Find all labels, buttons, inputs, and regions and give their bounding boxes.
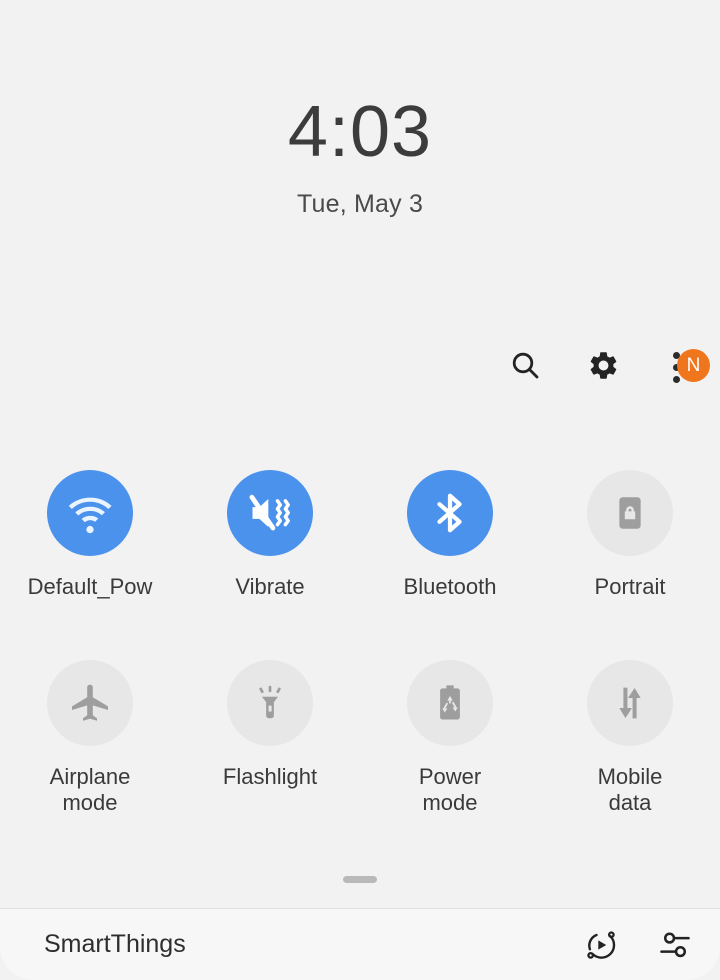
rotation-lock-icon — [608, 491, 652, 535]
qs-tile-toggle[interactable] — [47, 660, 133, 746]
device-controls-button[interactable] — [656, 926, 694, 964]
header-action-row: N — [508, 348, 698, 382]
device-controls-icon — [657, 927, 693, 963]
bottom-bar-actions — [582, 926, 694, 964]
qs-tile-toggle[interactable] — [227, 470, 313, 556]
flashlight-icon — [248, 681, 292, 725]
quick-settings-panel: 4:03 Tue, May 3 N — [0, 0, 720, 980]
clock-area: 4:03 Tue, May 3 — [0, 0, 720, 219]
qs-tile-toggle[interactable] — [407, 660, 493, 746]
gear-icon — [587, 349, 620, 382]
qs-tile-default-pow[interactable]: Default_Pow — [0, 470, 180, 600]
smartthings-label[interactable]: SmartThings — [44, 930, 582, 959]
panel-drag-handle[interactable] — [343, 876, 377, 883]
qs-tile-bluetooth[interactable]: Bluetooth — [360, 470, 540, 600]
qs-tile-toggle[interactable] — [587, 470, 673, 556]
qs-tile-portrait[interactable]: Portrait — [540, 470, 720, 600]
quick-settings-grid: Default_Pow Vibrate Bluetooth — [0, 470, 720, 816]
qs-tile-toggle[interactable] — [587, 660, 673, 746]
qs-tile-label: Bluetooth — [404, 574, 497, 600]
qs-tile-label: Portrait — [595, 574, 666, 600]
qs-tile-mobile-data[interactable]: Mobile data — [540, 660, 720, 816]
bluetooth-icon — [427, 490, 473, 536]
qs-tile-label: Mobile data — [598, 764, 663, 816]
status-badge: N — [677, 349, 710, 382]
media-output-icon — [583, 927, 619, 963]
vibrate-icon — [245, 488, 295, 538]
qs-tile-power-mode[interactable]: Power mode — [360, 660, 540, 816]
qs-tile-toggle[interactable] — [407, 470, 493, 556]
overflow-menu-button[interactable]: N — [664, 348, 698, 382]
search-button[interactable] — [508, 348, 542, 382]
qs-tile-airplane-mode[interactable]: Airplane mode — [0, 660, 180, 816]
qs-tile-flashlight[interactable]: Flashlight — [180, 660, 360, 816]
battery-saver-icon — [428, 681, 472, 725]
wifi-icon — [65, 488, 115, 538]
qs-tile-label: Vibrate — [235, 574, 304, 600]
qs-tile-label: Airplane mode — [50, 764, 131, 816]
mobile-data-icon — [608, 681, 652, 725]
qs-tile-vibrate[interactable]: Vibrate — [180, 470, 360, 600]
settings-button[interactable] — [586, 348, 620, 382]
qs-tile-label: Power mode — [419, 764, 481, 816]
qs-tile-toggle[interactable] — [47, 470, 133, 556]
clock-date[interactable]: Tue, May 3 — [0, 190, 720, 219]
qs-tile-toggle[interactable] — [227, 660, 313, 746]
media-output-button[interactable] — [582, 926, 620, 964]
bottom-bar: SmartThings — [0, 908, 720, 980]
clock-time[interactable]: 4:03 — [0, 96, 720, 168]
qs-tile-label: Default_Pow — [28, 574, 153, 600]
qs-tile-label: Flashlight — [223, 764, 317, 790]
search-icon — [509, 349, 541, 381]
airplane-icon — [66, 679, 114, 727]
